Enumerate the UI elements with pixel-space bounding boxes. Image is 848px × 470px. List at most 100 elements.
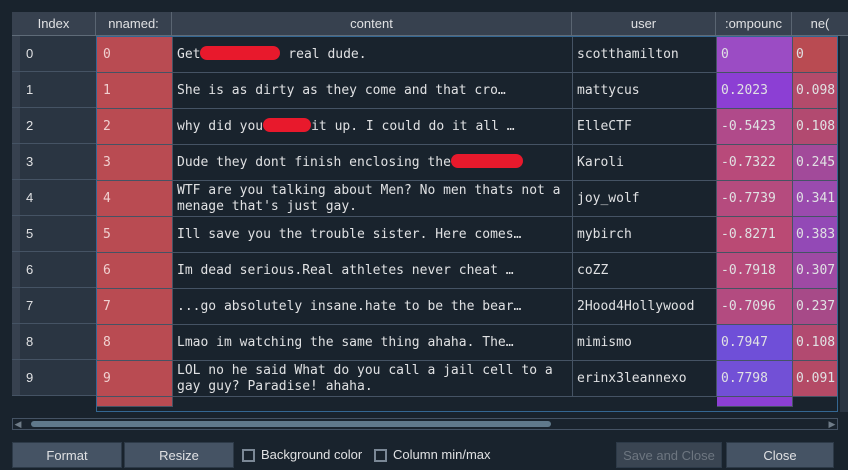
column-minmax-checkbox[interactable]: Column min/max <box>374 446 491 464</box>
cell-neg[interactable]: 0.108 <box>793 109 837 145</box>
table-row[interactable]: 3 Dude they dont finish enclosing the Kar… <box>97 145 837 181</box>
cell-compound[interactable]: 0 <box>717 37 793 73</box>
cell-unnamed[interactable]: 6 <box>97 253 173 289</box>
scroll-left-icon[interactable]: ◀ <box>13 420 23 429</box>
cell-user[interactable]: coZZ <box>573 253 717 289</box>
table-row[interactable]: 9 LOL no he said What do you call a jail … <box>97 361 837 397</box>
row-index[interactable]: 4 <box>12 180 96 216</box>
checkbox-icon[interactable] <box>242 449 255 462</box>
save-and-close-button[interactable]: Save and Close <box>616 442 722 468</box>
table-row[interactable]: 1 She is as dirty as they come and that … <box>97 73 837 109</box>
cell-unnamed[interactable]: 0 <box>97 37 173 73</box>
cell-user[interactable]: mimismo <box>573 325 717 361</box>
checkbox-icon[interactable] <box>374 449 387 462</box>
cell-compound[interactable]: 0.7798 <box>717 361 793 397</box>
cell-neg[interactable]: 0.307 <box>793 253 837 289</box>
cell-neg[interactable]: 0.108 <box>793 325 837 361</box>
header-unnamed[interactable]: nnamed: <box>96 12 172 35</box>
cell-neg[interactable]: 0.341 <box>793 181 837 217</box>
cell-neg[interactable]: 0.383 <box>793 217 837 253</box>
header-user[interactable]: user <box>572 12 716 35</box>
cell-unnamed[interactable]: 7 <box>97 289 173 325</box>
cell-unnamed[interactable]: 1 <box>97 73 173 109</box>
row-index[interactable]: 5 <box>12 216 96 252</box>
cell-user[interactable]: scotthamilton <box>573 37 717 73</box>
cell-content[interactable]: ...go absolutely insane.hate to be the b… <box>173 289 573 325</box>
content-text: why did you <box>177 119 264 134</box>
cell-user[interactable]: 2Hood4Hollywood <box>573 289 717 325</box>
header-compound[interactable]: :ompounc <box>716 12 792 35</box>
row-index[interactable]: 2 <box>12 108 96 144</box>
header-content[interactable]: content <box>172 12 572 35</box>
cell-compound[interactable]: -0.7918 <box>717 253 793 289</box>
table-body[interactable]: 0 Get real dude. scotthamilton 0 0 1 She is a… <box>96 36 838 412</box>
table-row[interactable]: 6 Im dead serious.Real athletes never ch… <box>97 253 837 289</box>
cell-content[interactable]: WTF are you talking about Men? No men th… <box>173 181 573 217</box>
header-index[interactable]: Index <box>12 12 96 35</box>
cell-compound[interactable]: -0.7739 <box>717 181 793 217</box>
row-index-label: 3 <box>26 154 34 169</box>
cell-content[interactable]: She is as dirty as they come and that cr… <box>173 73 573 109</box>
format-button[interactable]: Format <box>12 442 122 468</box>
cell-compound[interactable]: 0.2023 <box>717 73 793 109</box>
cell-compound[interactable] <box>717 397 793 407</box>
table-row[interactable]: 5 Ill save you the trouble sister. Here c… <box>97 217 837 253</box>
header-neg[interactable]: ne( <box>792 12 848 35</box>
cell-neg[interactable]: 0.237 <box>793 289 837 325</box>
background-color-checkbox[interactable]: Background color <box>242 446 362 464</box>
horizontal-scrollbar[interactable]: ◀ ▶ <box>12 418 838 430</box>
row-index[interactable]: 1 <box>12 72 96 108</box>
column-minmax-label: Column min/max <box>393 447 491 462</box>
cell-user[interactable]: mattycus <box>573 73 717 109</box>
cell-compound[interactable]: -0.8271 <box>717 217 793 253</box>
cell-content[interactable]: Ill save you the trouble sister. Here co… <box>173 217 573 253</box>
cell-user[interactable]: mybirch <box>573 217 717 253</box>
vertical-scrollbar[interactable] <box>840 36 848 412</box>
content-text: Get <box>177 47 201 62</box>
scroll-right-icon[interactable]: ▶ <box>827 420 837 429</box>
cell-compound[interactable]: -0.5423 <box>717 109 793 145</box>
cell-content[interactable]: Lmao im watching the same thing ahaha. T… <box>173 325 573 361</box>
cell-content[interactable]: LOL no he said What do you call a jail c… <box>173 361 573 397</box>
cell-unnamed[interactable]: 5 <box>97 217 173 253</box>
cell-neg[interactable]: 0.245 <box>793 145 837 181</box>
cell-content[interactable]: Im dead serious.Real athletes never chea… <box>173 253 573 289</box>
row-index[interactable]: 6 <box>12 252 96 288</box>
close-button[interactable]: Close <box>726 442 834 468</box>
cell-user[interactable]: joy_wolf <box>573 181 717 217</box>
table-row[interactable]: 4 WTF are you talking about Men? No men … <box>97 181 837 217</box>
cell-user[interactable]: erinx3leannexo <box>573 361 717 397</box>
table-row[interactable] <box>97 397 837 407</box>
dataframe-editor-window: Index nnamed: content user :ompounc ne( … <box>0 0 848 470</box>
table-row[interactable]: 7 ...go absolutely insane.hate to be the … <box>97 289 837 325</box>
scroll-thumb[interactable] <box>31 421 551 427</box>
cell-unnamed[interactable] <box>97 397 173 407</box>
cell-neg[interactable]: 0.098 <box>793 73 837 109</box>
cell-user[interactable]: ElleCTF <box>573 109 717 145</box>
cell-compound[interactable]: -0.7322 <box>717 145 793 181</box>
cell-neg[interactable]: 0.091 <box>793 361 837 397</box>
cell-compound[interactable]: -0.7096 <box>717 289 793 325</box>
cell-content[interactable]: Dude they dont finish enclosing the <box>173 145 573 181</box>
cell-unnamed[interactable]: 4 <box>97 181 173 217</box>
row-index[interactable]: 9 <box>12 360 96 396</box>
cell-content[interactable]: why did you it up. I could do it all … <box>173 109 573 145</box>
row-index[interactable]: 0 <box>12 36 96 72</box>
row-header-bar <box>12 180 20 215</box>
cell-unnamed[interactable]: 8 <box>97 325 173 361</box>
resize-button[interactable]: Resize <box>124 442 234 468</box>
cell-unnamed[interactable]: 9 <box>97 361 173 397</box>
cell-unnamed[interactable]: 3 <box>97 145 173 181</box>
cell-neg[interactable]: 0 <box>793 37 837 73</box>
cell-unnamed[interactable]: 2 <box>97 109 173 145</box>
table-row[interactable]: 0 Get real dude. scotthamilton 0 0 <box>97 37 837 73</box>
table-row[interactable]: 2 why did you it up. I could do it all … E… <box>97 109 837 145</box>
cell-content[interactable]: Get real dude. <box>173 37 573 73</box>
cell-user[interactable]: Karoli <box>573 145 717 181</box>
cell-compound[interactable]: 0.7947 <box>717 325 793 361</box>
table-row[interactable]: 8 Lmao im watching the same thing ahaha. … <box>97 325 837 361</box>
row-index[interactable]: 8 <box>12 324 96 360</box>
row-index[interactable]: 7 <box>12 288 96 324</box>
content-text: real dude. <box>280 47 367 62</box>
row-index[interactable]: 3 <box>12 144 96 180</box>
